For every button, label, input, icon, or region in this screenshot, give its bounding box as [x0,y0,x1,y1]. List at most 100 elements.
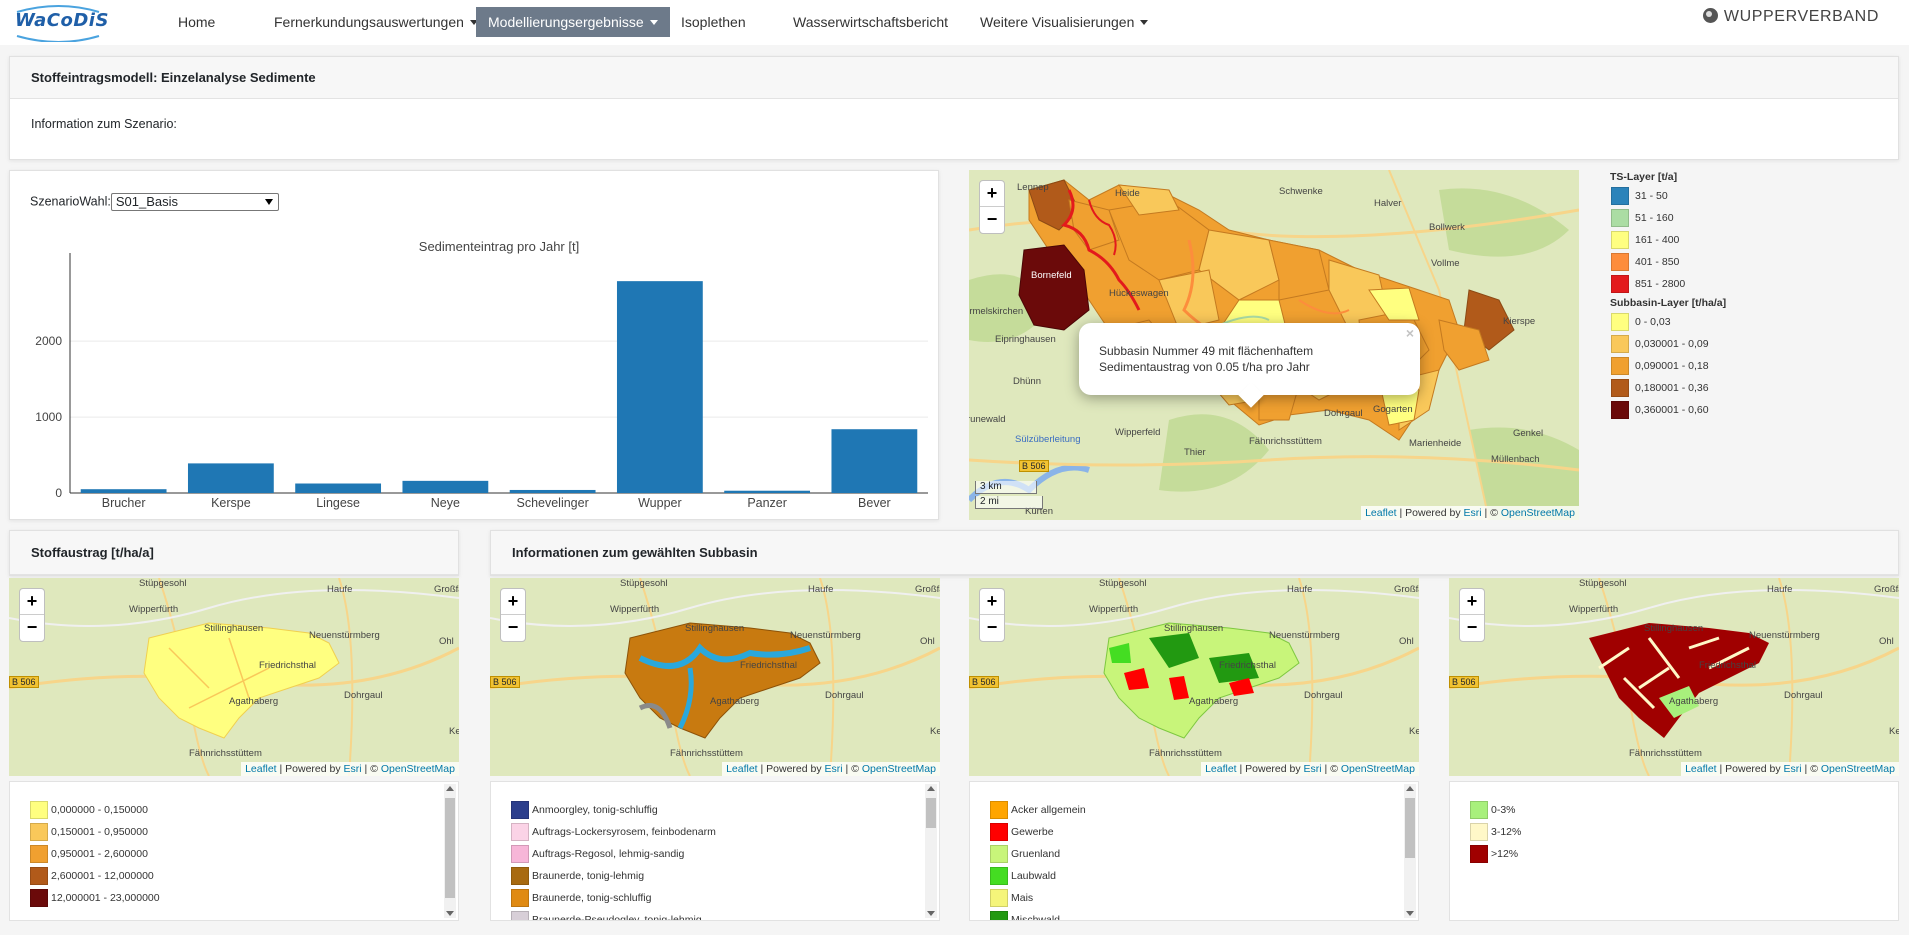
small-map-label: Fähnrichsstüttem [670,748,743,759]
esri-link[interactable]: Esri [825,763,843,775]
zoom-in-button[interactable]: + [980,181,1004,207]
legend-label: 851 - 2800 [1635,278,1686,290]
bar-wupper[interactable] [616,281,703,493]
soil-legend-panel[interactable]: Anmoorgley, tonig-schluffig Auftrags-Lock… [490,781,940,921]
bar-lingese[interactable] [295,483,382,493]
zoom-out-button[interactable]: − [20,615,44,641]
esri-link[interactable]: Esri [344,763,362,775]
popup-close-button[interactable]: × [1406,325,1414,341]
nav-home-label: Home [178,14,216,30]
stoffaustrag-map[interactable]: Wipperfürth Stillinghausen Neuenstürmberg F… [9,578,459,776]
stoffaustrag-legend-panel[interactable]: 0,000000 - 0,150000 0,150001 - 0,950000 0,… [9,781,459,921]
leaflet-link[interactable]: Leaflet [245,763,277,775]
zoom-in-button[interactable]: + [980,589,1004,615]
legend-item: Gewerbe [990,823,1054,841]
nav-isoplethen[interactable]: Isoplethen [669,7,758,37]
scenario-select[interactable]: S01_Basis [110,193,279,211]
small-map-label: Friedrichsthal [740,660,798,671]
subbasin-layer-legend-title: Subbasin-Layer [t/ha/a] [1610,297,1727,309]
map-label-ermelskirchen: Ermelskirchen [969,306,1024,317]
attrib-sep: | Powered by [1716,763,1784,775]
nav-modellierung[interactable]: Modellierungsergebnisse [476,7,670,37]
bar-kerspe[interactable] [187,463,274,493]
osm-link[interactable]: OpenStreetMap [862,763,936,775]
legend-swatch [1611,335,1629,353]
chart-title: Sedimenteintrag pro Jahr [t] [419,239,579,254]
legend-item: 0,030001 - 0,09 [1611,335,1709,353]
road-badge-b506: B 506 [1019,460,1049,472]
landuse-map-base [969,578,1419,776]
legend-swatch [990,867,1008,885]
scroll-down-icon[interactable] [927,911,935,916]
legend-label: Auftrags-Lockersyrosem, feinbodenarm [532,826,716,838]
nav-fernerkundung[interactable]: Fernerkundungsauswertungen [262,7,490,37]
landuse-map[interactable]: Wipperfürth Stillinghausen Neuenstürmberg F… [969,578,1419,776]
legend-swatch [30,889,48,907]
soil-map[interactable]: Wipperfürth Stillinghausen Neuenstürmberg F… [490,578,940,776]
bar-brucher[interactable] [80,489,167,493]
leaflet-link[interactable]: Leaflet [1365,507,1397,519]
legend-swatch [511,889,529,907]
esri-link[interactable]: Esri [1784,763,1802,775]
scroll-down-icon[interactable] [1406,911,1414,916]
small-map-label: Stüpgesohl [1579,578,1627,589]
scale-bar-mi: 2 mi [975,496,1043,509]
esri-link[interactable]: Esri [1304,763,1322,775]
scroll-thumb[interactable] [1405,798,1415,858]
zoom-out-button[interactable]: − [501,615,525,641]
legend-label: 161 - 400 [1635,234,1680,246]
legend-label: 3-12% [1491,826,1522,838]
scroll-up-icon[interactable] [927,786,935,791]
osm-link[interactable]: OpenStreetMap [1821,763,1895,775]
scroll-down-icon[interactable] [446,911,454,916]
nav-home[interactable]: Home [166,7,227,37]
legend-swatch [511,911,529,920]
legend-scrollbar[interactable] [1404,784,1416,918]
slope-map[interactable]: Wipperfürth Stillinghausen Neuenstürmberg F… [1449,578,1899,776]
zoom-in-button[interactable]: + [1460,589,1484,615]
legend-swatch [1611,379,1629,397]
slope-legend-panel[interactable]: 0-3% 3-12% >12% [1449,781,1899,921]
attrib-sep: | © [842,763,862,775]
legend-swatch [990,845,1008,863]
leaflet-link[interactable]: Leaflet [726,763,758,775]
legend-label: 0,360001 - 0,60 [1635,404,1709,416]
bar-neye[interactable] [402,480,489,493]
zoom-out-button[interactable]: − [980,615,1004,641]
osm-link[interactable]: OpenStreetMap [381,763,455,775]
osm-link[interactable]: OpenStreetMap [1341,763,1415,775]
slope-map-base [1449,578,1899,776]
legend-item: 0 - 0,03 [1611,313,1671,331]
scroll-up-icon[interactable] [1406,786,1414,791]
legend-scrollbar[interactable] [444,784,456,918]
zoom-out-button[interactable]: − [1460,615,1484,641]
nav-wasserwirtschaftsbericht[interactable]: Wasserwirtschaftsbericht [781,7,960,37]
legend-label: Gewerbe [1011,826,1054,838]
attrib-sep: | © [1801,763,1821,775]
legend-label: 31 - 50 [1635,190,1668,202]
osm-link[interactable]: OpenStreetMap [1501,507,1575,519]
chevron-down-icon [1140,20,1149,25]
attrib-sep: | Powered by [1236,763,1304,775]
zoom-out-button[interactable]: − [980,207,1004,233]
zoom-in-button[interactable]: + [20,589,44,615]
bar-panzer[interactable] [724,490,811,493]
zoom-in-button[interactable]: + [501,589,525,615]
legend-label: 0,950001 - 2,600000 [51,848,148,860]
wacodis-logo[interactable]: WaCoDiS [13,4,108,42]
scroll-up-icon[interactable] [446,786,454,791]
leaflet-link[interactable]: Leaflet [1205,763,1237,775]
landuse-legend-panel[interactable]: Acker allgemein Gewerbe Gruenland Laubwald M… [969,781,1419,921]
scroll-thumb[interactable] [445,798,455,898]
bar-schevelinger[interactable] [509,489,596,493]
legend-label: Laubwald [1011,870,1056,882]
nav-weitere-visualisierungen[interactable]: Weitere Visualisierungen [968,7,1160,37]
bar-bever[interactable] [831,429,918,493]
small-map-label: Neuenstürmberg [309,630,380,641]
leaflet-link[interactable]: Leaflet [1685,763,1717,775]
legend-scrollbar[interactable] [925,784,937,918]
small-map-label: Wipperfürth [1089,604,1139,615]
esri-link[interactable]: Esri [1464,507,1482,519]
wupperverband-brand[interactable]: WUPPERVERBAND [1702,8,1879,26]
scroll-thumb[interactable] [926,798,936,828]
